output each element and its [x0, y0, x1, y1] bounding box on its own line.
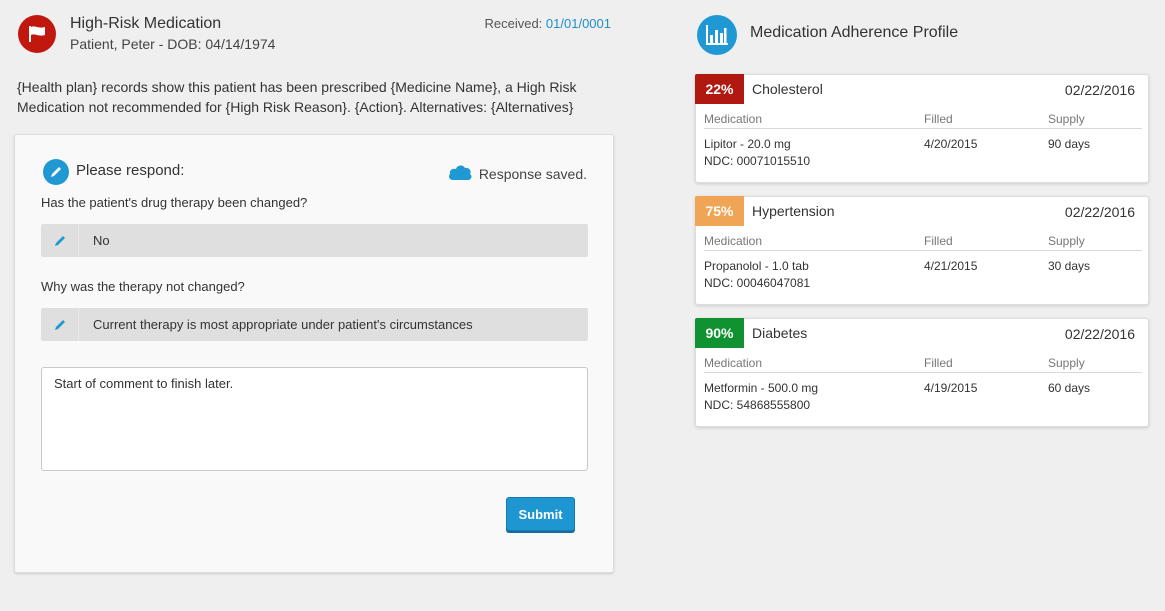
col-header-supply: Supply [1048, 234, 1085, 248]
adherence-card: 90% Diabetes 02/22/2016 Medication Fille… [695, 318, 1149, 427]
alert-header: High-Risk Medication Patient, Peter - DO… [18, 15, 614, 55]
col-header-supply: Supply [1048, 356, 1085, 370]
profile-date: 02/22/2016 [1064, 326, 1135, 342]
response-card: Please respond: Response saved. Has the … [14, 134, 614, 573]
condition-name: Hypertension [752, 203, 835, 219]
answer-why-not-changed[interactable]: Current therapy is most appropriate unde… [41, 308, 588, 341]
col-header-medication: Medication [704, 356, 763, 370]
save-status: Response saved. [447, 163, 587, 184]
col-header-filled: Filled [924, 112, 953, 126]
filled-cell: 4/19/2015 [924, 381, 978, 395]
col-header-medication: Medication [704, 112, 763, 126]
adherence-title: Medication Adherence Profile [750, 24, 959, 41]
question-therapy-changed: Has the patient's drug therapy been chan… [41, 195, 308, 210]
respond-label: Please respond: [76, 162, 185, 179]
received-label: Received: [484, 16, 543, 31]
col-header-filled: Filled [924, 234, 953, 248]
profile-date: 02/22/2016 [1064, 204, 1135, 220]
edit-icon[interactable] [41, 224, 79, 257]
supply-cell: 30 days [1048, 259, 1091, 273]
medication-name: Propanolol - 1.0 tab [704, 259, 809, 273]
divider [704, 250, 1142, 251]
divider [704, 128, 1142, 129]
received-date[interactable]: 01/01/0001 [546, 16, 611, 31]
patient-info: Patient, Peter - DOB: 04/14/1974 [70, 36, 276, 52]
flag-icon [18, 15, 56, 53]
col-header-medication: Medication [704, 234, 763, 248]
bar-chart-icon [697, 15, 737, 55]
supply-cell: 90 days [1048, 137, 1091, 151]
medication-cell: Propanolol - 1.0 tab NDC: 00046047081 [704, 258, 810, 292]
condition-name: Cholesterol [752, 81, 823, 97]
adherence-percent-badge: 75% [695, 196, 744, 226]
medication-ndc: NDC: 00071015510 [704, 154, 811, 168]
condition-name: Diabetes [752, 325, 808, 341]
received-info: Received: 01/01/0001 [484, 16, 611, 31]
cloud-icon [447, 163, 473, 184]
medication-cell: Metformin - 500.0 mg NDC: 54868555800 [704, 380, 818, 414]
respond-header: Please respond: Response saved. [43, 159, 589, 185]
comment-textarea[interactable]: Start of comment to finish later. [41, 367, 588, 471]
col-header-filled: Filled [924, 356, 953, 370]
medication-ndc: NDC: 54868555800 [704, 398, 811, 412]
adherence-header: Medication Adherence Profile [697, 15, 1117, 55]
question-why-not-changed: Why was the therapy not changed? [41, 279, 245, 294]
medication-name: Metformin - 500.0 mg [704, 381, 819, 395]
save-status-text: Response saved. [478, 165, 587, 182]
submit-button[interactable]: Submit [506, 497, 575, 531]
adherence-card: 75% Hypertension 02/22/2016 Medication F… [695, 196, 1149, 305]
profile-date: 02/22/2016 [1064, 82, 1135, 98]
medication-cell: Lipitor - 20.0 mg NDC: 00071015510 [704, 136, 810, 170]
adherence-percent-badge: 90% [695, 318, 744, 348]
filled-cell: 4/21/2015 [924, 259, 978, 273]
supply-cell: 60 days [1048, 381, 1091, 395]
col-header-supply: Supply [1048, 112, 1085, 126]
answer-text: Current therapy is most appropriate unde… [93, 317, 473, 332]
answer-therapy-changed[interactable]: No [41, 224, 588, 257]
adherence-card: 22% Cholesterol 02/22/2016 Medication Fi… [695, 74, 1149, 183]
divider [704, 372, 1142, 373]
medication-ndc: NDC: 00046047081 [704, 276, 811, 290]
alert-message: {Health plan} records show this patient … [17, 79, 577, 115]
pencil-icon [43, 159, 69, 185]
answer-text: No [93, 233, 110, 248]
filled-cell: 4/20/2015 [924, 137, 978, 151]
adherence-percent-badge: 22% [695, 74, 744, 104]
medication-name: Lipitor - 20.0 mg [704, 137, 791, 151]
edit-icon[interactable] [41, 308, 79, 341]
alert-title: High-Risk Medication [70, 15, 222, 32]
